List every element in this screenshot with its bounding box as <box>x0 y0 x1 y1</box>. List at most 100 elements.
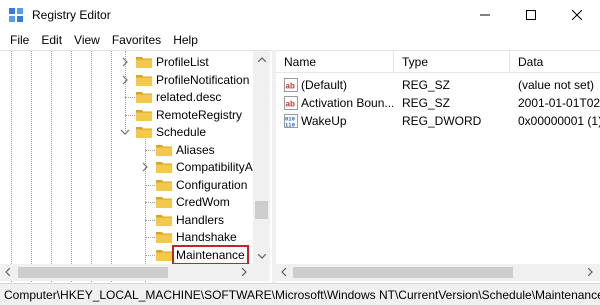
tree-item[interactable]: RemoteRegistry <box>0 106 270 124</box>
list-row[interactable]: ab (Default) REG_SZ (value not set) <box>276 76 600 94</box>
scroll-down-button[interactable] <box>253 248 270 265</box>
tree-item-label[interactable]: Configuration <box>174 177 249 193</box>
close-icon <box>572 10 582 20</box>
svg-text:ab: ab <box>286 100 295 109</box>
binary-value-icon: 010110 <box>284 114 298 128</box>
list-row[interactable]: 010 110 WakeUp REG_DWORD 0x00000001 (1) <box>276 112 600 130</box>
folder-icon <box>136 92 152 103</box>
tree-item[interactable]: Aliases <box>0 141 270 159</box>
menu-help[interactable]: Help <box>167 30 204 50</box>
tree-item-label[interactable]: Handlers <box>174 212 226 228</box>
tree-item-label[interactable]: CredWom <box>174 194 232 210</box>
title-bar: Registry Editor <box>0 0 600 30</box>
scroll-thumb[interactable] <box>293 267 513 278</box>
menu-file[interactable]: File <box>4 30 35 50</box>
chevron-right-icon[interactable] <box>120 75 130 85</box>
tree-item[interactable]: Handlers <box>0 211 270 229</box>
chevron-up-icon <box>257 57 266 62</box>
tree-item-label[interactable]: related.desc <box>154 89 223 105</box>
tree-item-label[interactable]: ProfileList <box>154 54 211 70</box>
folder-icon <box>136 74 152 86</box>
list-row[interactable]: ab Activation Boun... REG_SZ 2001-01-01T02: <box>276 94 600 112</box>
registry-editor-icon <box>9 8 23 22</box>
scroll-thumb[interactable] <box>255 201 268 219</box>
tree-item[interactable]: Maintenance <box>0 244 270 265</box>
maximize-icon <box>526 10 536 20</box>
tree-guide-line <box>145 184 155 186</box>
menu-favorites[interactable]: Favorites <box>106 30 167 50</box>
chevron-right-icon[interactable] <box>242 268 247 276</box>
value-type: REG_SZ <box>402 78 451 92</box>
folder-icon <box>156 179 172 191</box>
tree-guide-line <box>125 114 135 116</box>
tree-item[interactable]: Schedule <box>0 123 270 141</box>
tree-item-label-selected[interactable]: Maintenance <box>172 244 249 265</box>
folder-icon <box>156 162 172 173</box>
folder-icon <box>136 57 152 68</box>
value-name: (Default) <box>301 78 348 92</box>
registry-tree[interactable]: ProfileList ProfileNotification related.de… <box>0 50 272 283</box>
tree-item[interactable]: related.desc <box>0 88 270 106</box>
string-value-icon: ab <box>284 78 298 92</box>
svg-text:ab: ab <box>286 82 295 91</box>
chevron-right-icon[interactable] <box>140 162 150 172</box>
tree-item-label[interactable]: RemoteRegistry <box>154 107 244 123</box>
list-horizontal-scrollbar[interactable] <box>276 264 600 281</box>
chevron-down-icon <box>257 254 266 259</box>
status-bar: Computer\HKEY_LOCAL_MACHINE\SOFTWARE\Mic… <box>0 283 600 305</box>
tree-guide-line <box>145 149 155 151</box>
maximize-button[interactable] <box>508 0 554 30</box>
value-name: WakeUp <box>301 114 347 128</box>
tree-item[interactable]: Configuration <box>0 176 270 194</box>
chevron-down-icon[interactable] <box>120 127 130 137</box>
tree-guide-line <box>145 202 155 203</box>
chevron-right-icon[interactable] <box>120 57 130 67</box>
tree-guide-line <box>145 219 155 221</box>
folder-icon <box>136 127 152 138</box>
minimize-icon <box>480 14 490 16</box>
scroll-up-button[interactable] <box>253 51 270 68</box>
tree-item[interactable]: CompatibilityA <box>0 158 270 176</box>
folder-icon <box>156 144 172 156</box>
value-data: 2001-01-01T02: <box>518 96 600 110</box>
value-name: Activation Boun... <box>301 96 393 110</box>
chevron-left-icon[interactable] <box>5 268 10 276</box>
tree-item[interactable]: CredWom <box>0 193 270 211</box>
scroll-thumb[interactable] <box>18 267 168 278</box>
tree-item-label[interactable]: Handshake <box>174 229 239 245</box>
tree-item-label[interactable]: CompatibilityA <box>174 159 255 175</box>
tree-item-label[interactable]: Schedule <box>154 124 208 140</box>
chevron-right-icon[interactable] <box>588 268 593 276</box>
tree-item[interactable]: ProfileNotification <box>0 71 270 89</box>
menu-bar: File Edit View Favorites Help <box>0 30 600 50</box>
tree-item[interactable]: Handshake <box>0 228 270 246</box>
close-button[interactable] <box>554 0 600 30</box>
column-header-data[interactable]: Data <box>510 51 600 73</box>
tree-item-label[interactable]: Aliases <box>174 142 217 158</box>
folder-icon <box>156 197 172 208</box>
tree-item-label[interactable]: ProfileNotification <box>154 72 251 88</box>
tree-guide-line <box>145 237 155 238</box>
folder-icon <box>136 109 152 121</box>
menu-edit[interactable]: Edit <box>35 30 68 50</box>
chevron-left-icon[interactable] <box>281 268 286 276</box>
value-data: 0x00000001 (1) <box>518 114 600 128</box>
values-list[interactable]: Name Type Data ab (Default) REG_SZ (value n… <box>276 50 600 264</box>
list-header: Name Type Data <box>276 51 600 73</box>
tree-horizontal-scrollbar[interactable] <box>0 264 270 281</box>
menu-view[interactable]: View <box>68 30 106 50</box>
minimize-button[interactable] <box>462 0 508 30</box>
value-type: REG_SZ <box>402 96 451 110</box>
folder-icon <box>156 232 172 243</box>
svg-text:110: 110 <box>285 122 295 129</box>
value-type: REG_DWORD <box>402 114 482 128</box>
column-header-name[interactable]: Name <box>276 51 394 73</box>
folder-icon <box>156 214 172 226</box>
tree-item[interactable]: ProfileList <box>0 53 270 71</box>
folder-icon <box>156 249 172 261</box>
value-data: (value not set) <box>518 78 595 92</box>
string-value-icon: ab <box>284 96 298 110</box>
tree-vertical-scrollbar[interactable] <box>253 51 270 265</box>
tree-guide-line <box>125 97 135 98</box>
column-header-type[interactable]: Type <box>394 51 510 73</box>
